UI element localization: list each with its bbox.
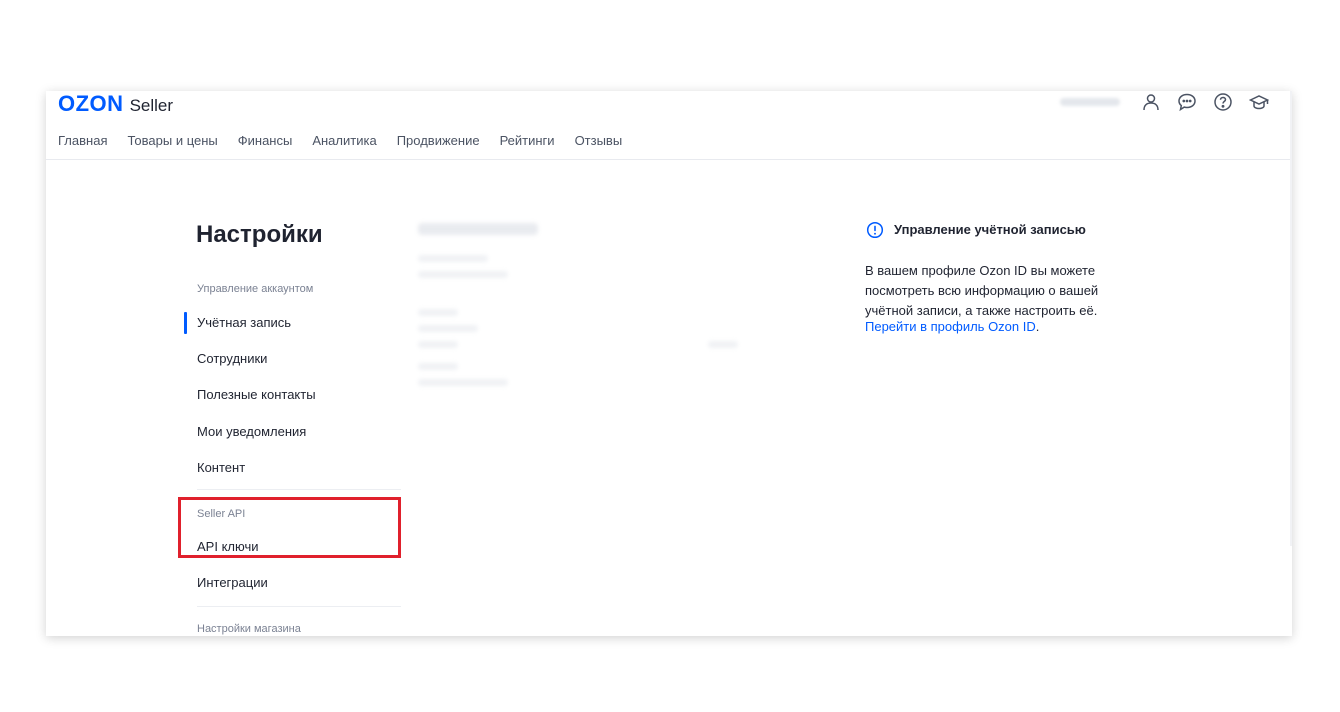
- blurred-line: [418, 379, 508, 386]
- blurred-line: [418, 309, 458, 316]
- nav-item-reviews[interactable]: Отзывы: [575, 133, 623, 148]
- menu-divider: [197, 489, 401, 490]
- link-text[interactable]: Перейти в профиль Ozon ID: [865, 319, 1036, 334]
- blurred-line: [418, 363, 458, 370]
- menu-divider: [197, 606, 401, 607]
- ozon-seller-logo[interactable]: OZON Seller: [58, 91, 173, 117]
- user-icon[interactable]: [1140, 91, 1162, 113]
- account-details-blurred: [418, 223, 748, 403]
- logo-product: Seller: [129, 96, 174, 115]
- blurred-line: [418, 271, 508, 278]
- info-panel-title: Управление учётной записью: [894, 222, 1086, 237]
- menu-item-employees[interactable]: Сотрудники: [197, 351, 267, 366]
- info-icon: [866, 221, 884, 239]
- api-highlight-frame: [178, 497, 401, 558]
- menu-item-content[interactable]: Контент: [197, 460, 245, 475]
- nav-item-analytics[interactable]: Аналитика: [312, 133, 376, 148]
- menu-item-integrations[interactable]: Интеграции: [197, 575, 268, 590]
- nav-item-products[interactable]: Товары и цены: [127, 133, 217, 148]
- page-title: Настройки: [196, 221, 323, 248]
- active-indicator: [184, 312, 187, 334]
- blurred-line: [418, 341, 458, 348]
- section-store-settings: Настройки магазина: [197, 623, 301, 635]
- app-window: OZON Seller Главная Товары и цены Финанс…: [46, 91, 1292, 636]
- blurred-line: [708, 341, 738, 348]
- section-account-management: Управление аккаунтом: [197, 283, 314, 295]
- main-nav: Главная Товары и цены Финансы Аналитика …: [58, 133, 622, 148]
- header-actions: [1060, 91, 1270, 113]
- blurred-line: [418, 325, 478, 332]
- blurred-heading: [418, 223, 538, 235]
- link-suffix: .: [1035, 319, 1040, 334]
- ozon-id-profile-link[interactable]: Перейти в профиль Ozon ID.: [865, 319, 1039, 334]
- nav-item-home[interactable]: Главная: [58, 133, 107, 148]
- account-name-blurred[interactable]: [1060, 98, 1120, 106]
- nav-item-ratings[interactable]: Рейтинги: [500, 133, 555, 148]
- nav-item-finance[interactable]: Финансы: [238, 133, 293, 148]
- blurred-line: [418, 255, 488, 262]
- scrollbar-track[interactable]: [1290, 91, 1292, 546]
- header-divider: [46, 159, 1292, 160]
- education-icon[interactable]: [1248, 91, 1270, 113]
- chat-icon[interactable]: [1176, 91, 1198, 113]
- logo-brand: OZON: [58, 91, 124, 116]
- help-icon[interactable]: [1212, 91, 1234, 113]
- menu-item-contacts[interactable]: Полезные контакты: [197, 387, 316, 402]
- nav-item-promotion[interactable]: Продвижение: [397, 133, 480, 148]
- menu-item-account[interactable]: Учётная запись: [197, 315, 291, 330]
- info-panel-text: В вашем профиле Ozon ID вы можете посмот…: [865, 263, 1099, 318]
- menu-item-notifications[interactable]: Мои уведомления: [197, 424, 306, 439]
